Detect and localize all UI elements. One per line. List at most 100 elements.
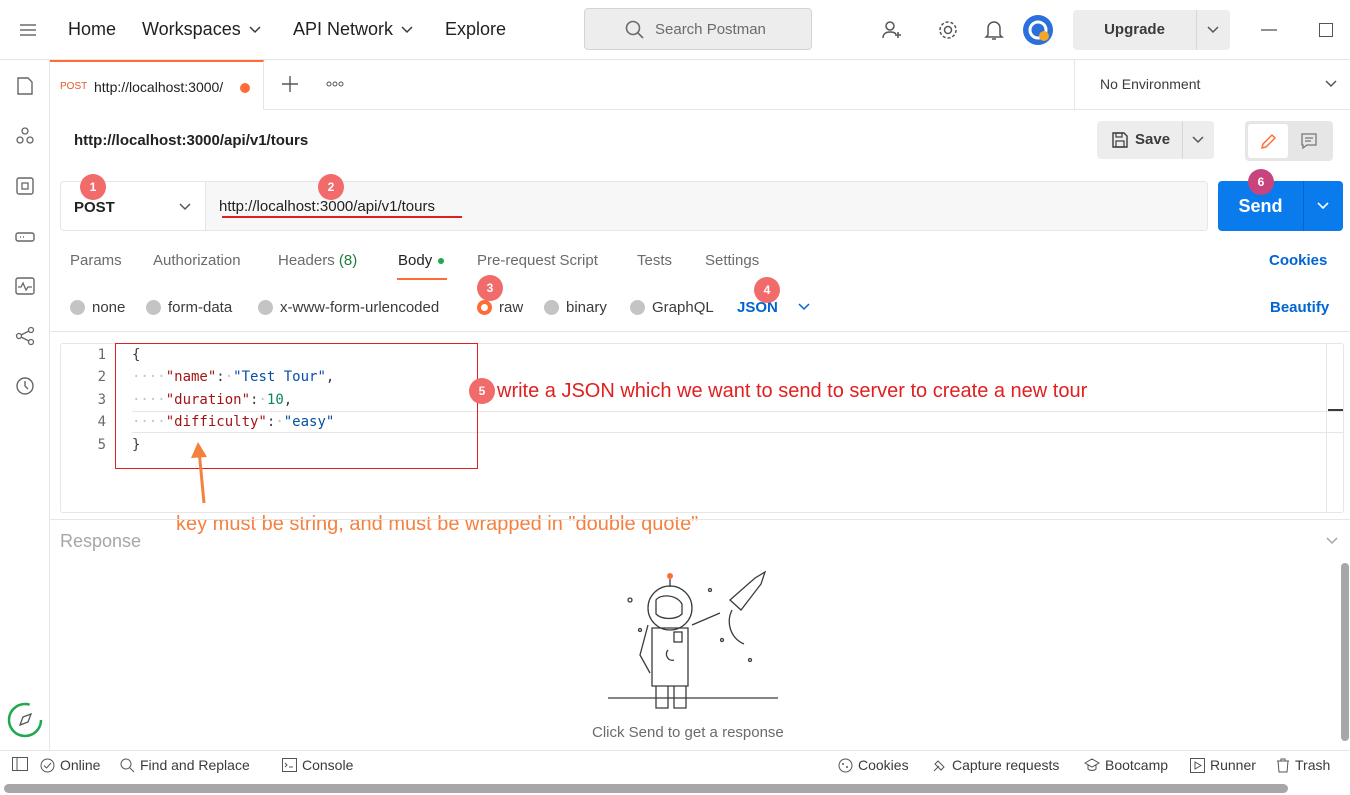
- search-box[interactable]: Search Postman: [584, 8, 812, 50]
- tab-settings[interactable]: Settings: [705, 252, 759, 269]
- annotation-badge: 1: [80, 174, 106, 200]
- avatar[interactable]: [1022, 14, 1054, 46]
- annotation-badge: 3: [477, 275, 503, 301]
- send-button[interactable]: Send: [1218, 181, 1343, 231]
- editor-scroll-marker: [1328, 409, 1343, 411]
- upgrade-button[interactable]: Upgrade: [1073, 10, 1230, 50]
- divider: [50, 331, 1350, 332]
- tab-prerequest-script[interactable]: Pre-request Script: [477, 252, 598, 269]
- radio-circle: [544, 299, 559, 315]
- console-label: Console: [302, 757, 354, 773]
- radio-urlencoded[interactable]: x-www-form-urlencoded: [258, 298, 439, 316]
- request-url-bar: POST http://localhost:3000/api/v1/tours: [60, 181, 1208, 231]
- tab-url: http://localhost:3000/: [94, 79, 224, 95]
- bootcamp-button[interactable]: Bootcamp: [1084, 757, 1168, 773]
- cookies-button[interactable]: Cookies: [838, 757, 909, 773]
- request-tab[interactable]: POST http://localhost:3000/: [50, 60, 264, 110]
- more-tabs-icon[interactable]: [324, 76, 346, 92]
- radio-none-label: none: [92, 298, 126, 316]
- response-scrollbar[interactable]: [1341, 563, 1349, 741]
- upgrade-label: Upgrade: [1104, 21, 1165, 38]
- json-highlight-box: [115, 343, 478, 469]
- tab-headers-label: Headers: [278, 252, 335, 269]
- radio-graphql-label: GraphQL: [652, 298, 714, 316]
- editor-scrollbar[interactable]: [1326, 344, 1327, 512]
- console-button[interactable]: Console: [282, 757, 353, 773]
- save-button[interactable]: Save: [1097, 121, 1214, 159]
- chevron-down-icon[interactable]: [1207, 26, 1219, 34]
- hamburger-menu-icon[interactable]: [18, 20, 38, 40]
- nav-api-network[interactable]: API Network: [293, 19, 413, 40]
- response-label[interactable]: Response: [60, 531, 141, 552]
- apis-icon[interactable]: [14, 125, 36, 147]
- chevron-down-icon[interactable]: [1192, 136, 1204, 144]
- cookie-icon: [838, 758, 853, 772]
- trash-button[interactable]: Trash: [1276, 757, 1330, 773]
- environment-selector[interactable]: No Environment: [1074, 60, 1350, 109]
- flows-icon[interactable]: [14, 325, 36, 347]
- nav-explore[interactable]: Explore: [445, 19, 506, 40]
- invite-user-icon[interactable]: [880, 18, 904, 42]
- rocket-onboarding-icon[interactable]: [7, 702, 43, 738]
- pencil-icon: [1260, 133, 1277, 150]
- capture-requests-label: Capture requests: [952, 757, 1060, 773]
- check-circle-icon: [40, 758, 55, 772]
- new-tab-plus-icon[interactable]: [280, 74, 300, 94]
- chevron-down-icon[interactable]: [1317, 202, 1329, 210]
- request-title[interactable]: http://localhost:3000/api/v1/tours: [74, 132, 308, 149]
- divider: [1196, 10, 1197, 50]
- line-number: 3: [97, 392, 106, 408]
- notifications-bell-icon[interactable]: [982, 18, 1006, 42]
- radio-binary[interactable]: binary: [544, 298, 607, 316]
- tab-params[interactable]: Params: [70, 252, 122, 269]
- collections-icon[interactable]: [14, 75, 36, 97]
- chevron-down-icon[interactable]: [1326, 537, 1338, 545]
- save-disk-icon: [1112, 132, 1128, 148]
- edit-toggle-button[interactable]: [1248, 124, 1288, 158]
- unsaved-dot-icon: [240, 83, 250, 93]
- url-input[interactable]: http://localhost:3000/api/v1/tours: [219, 198, 435, 215]
- radio-circle: [630, 299, 645, 315]
- radio-binary-label: binary: [566, 298, 607, 316]
- beautify-link[interactable]: Beautify: [1270, 298, 1329, 316]
- online-status[interactable]: Online: [40, 757, 100, 773]
- body-active-dot: [438, 258, 445, 265]
- monitors-icon[interactable]: [14, 275, 36, 297]
- nav-home[interactable]: Home: [68, 19, 116, 40]
- radio-form-data[interactable]: form-data: [146, 298, 232, 316]
- chevron-down-icon: [401, 26, 413, 34]
- settings-gear-icon[interactable]: [936, 18, 960, 42]
- divider: [1303, 181, 1304, 231]
- maximize-window-icon[interactable]: [1316, 20, 1336, 40]
- nav-api-network-label: API Network: [293, 19, 394, 39]
- environments-icon[interactable]: [14, 175, 36, 197]
- radio-form-data-label: form-data: [168, 298, 233, 316]
- comment-icon[interactable]: [1300, 132, 1318, 150]
- horizontal-scrollbar[interactable]: [4, 784, 1288, 793]
- radio-graphql[interactable]: GraphQL: [630, 298, 714, 316]
- toggle-sidebar-icon[interactable]: [12, 757, 33, 771]
- radio-raw[interactable]: raw: [477, 298, 523, 316]
- find-replace-label: Find and Replace: [140, 757, 250, 773]
- trash-label: Trash: [1295, 757, 1331, 773]
- capture-requests-button[interactable]: Capture requests: [932, 757, 1059, 773]
- tab-tests[interactable]: Tests: [637, 252, 672, 269]
- tab-headers[interactable]: Headers (8): [278, 252, 357, 269]
- radio-none[interactable]: none: [70, 298, 125, 316]
- tab-body-underline: [397, 278, 447, 280]
- line-number: 1: [97, 347, 106, 363]
- history-icon[interactable]: [14, 375, 36, 397]
- search-icon: [120, 758, 135, 772]
- nav-workspaces[interactable]: Workspaces: [142, 19, 261, 40]
- bootcamp-label: Bootcamp: [1105, 757, 1169, 773]
- cookies-link[interactable]: Cookies: [1269, 252, 1327, 269]
- runner-button[interactable]: Runner: [1190, 757, 1256, 773]
- minimize-window-icon[interactable]: [1258, 20, 1280, 40]
- mock-servers-icon[interactable]: [14, 225, 36, 247]
- tab-body[interactable]: Body: [398, 252, 445, 269]
- radio-circle: [258, 299, 273, 315]
- annotation-badge: 4: [754, 277, 780, 303]
- divider: [50, 519, 1350, 520]
- tab-authorization[interactable]: Authorization: [153, 252, 241, 269]
- find-replace-button[interactable]: Find and Replace: [120, 757, 250, 773]
